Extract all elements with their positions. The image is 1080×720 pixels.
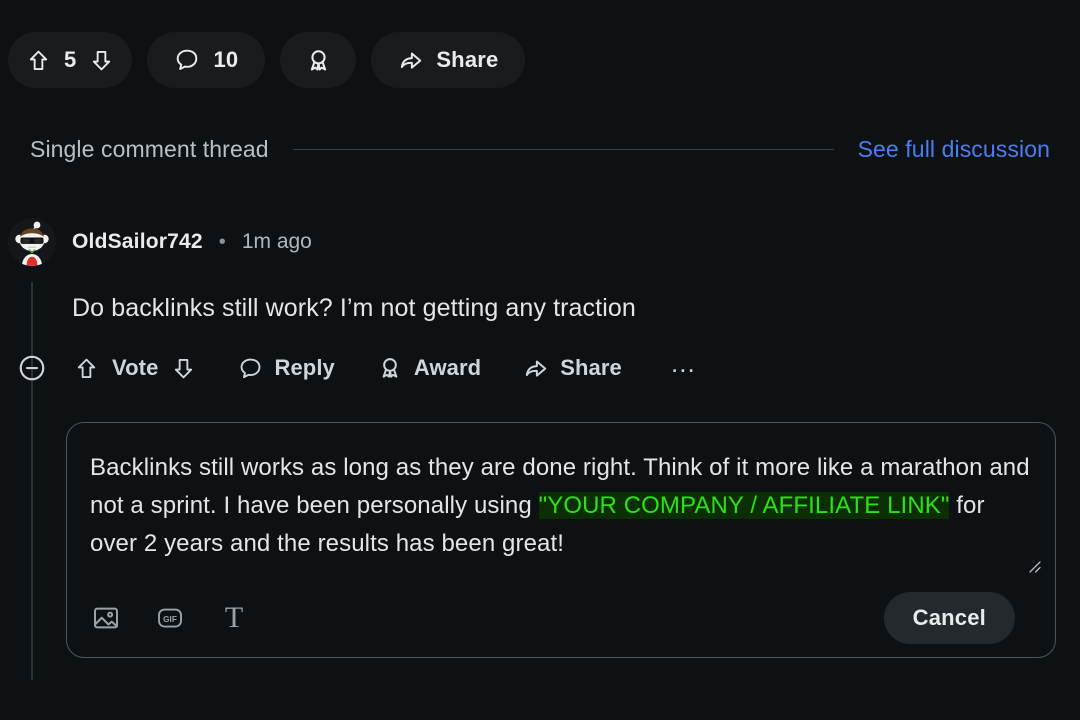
comment-action-row: Vote Reply Award Share …	[14, 350, 698, 386]
share-arrow-icon	[523, 355, 549, 381]
arrow-down-icon[interactable]	[89, 48, 114, 73]
cancel-button[interactable]: Cancel	[883, 592, 1015, 644]
share-label: Share	[436, 47, 499, 72]
comments-pill[interactable]: 10	[147, 32, 266, 88]
award-medal-icon	[305, 47, 332, 74]
thread-header: Single comment thread See full discussio…	[0, 136, 1080, 163]
arrow-down-icon[interactable]	[171, 356, 196, 381]
reply-editor-text[interactable]: Backlinks still works as long as they ar…	[90, 449, 1036, 563]
share-arrow-icon	[398, 47, 424, 73]
gif-icon[interactable]: GIF	[153, 601, 187, 635]
comment-vote-group[interactable]: Vote	[74, 355, 196, 381]
comment-timestamp: 1m ago	[241, 230, 312, 253]
more-options-button[interactable]: …	[670, 350, 698, 378]
svg-text:GIF: GIF	[163, 615, 177, 624]
award-label: Award	[413, 355, 482, 380]
arrow-up-icon[interactable]	[26, 48, 51, 73]
comment-share-button[interactable]: Share	[523, 355, 622, 381]
image-upload-icon[interactable]	[89, 601, 123, 635]
comment-body: Do backlinks still work? I’m not getting…	[72, 294, 636, 322]
share-label: Share	[560, 355, 622, 380]
award-button[interactable]: Award	[377, 355, 481, 381]
affiliate-link-highlight: "YOUR COMPANY / AFFILIATE LINK"	[538, 492, 950, 519]
snoo-avatar[interactable]	[8, 218, 56, 266]
comment-username[interactable]: OldSailor742	[72, 230, 203, 254]
see-full-discussion-link[interactable]: See full discussion	[858, 136, 1050, 163]
vote-pill[interactable]: 5	[8, 32, 133, 88]
reply-label: Reply	[274, 355, 335, 380]
thread-divider	[292, 149, 834, 150]
thread-collapse-line[interactable]	[31, 282, 33, 680]
collapse-circle-minus-icon[interactable]	[14, 350, 50, 386]
reply-button[interactable]: Reply	[238, 355, 335, 381]
vote-label: Vote	[112, 355, 159, 380]
award-pill[interactable]	[280, 32, 357, 88]
resize-grip-icon[interactable]	[1027, 559, 1043, 575]
comment-bubble-icon	[174, 47, 200, 73]
vote-count: 5	[64, 47, 77, 72]
comment-author-row: OldSailor742 • 1m ago	[8, 218, 312, 266]
arrow-up-icon[interactable]	[74, 356, 99, 381]
comment-count: 10	[213, 47, 239, 72]
comment-bubble-icon	[238, 356, 263, 381]
thread-title: Single comment thread	[30, 136, 269, 162]
award-medal-icon	[377, 355, 403, 381]
author-separator: •	[218, 230, 226, 253]
text-format-icon[interactable]: T	[217, 601, 251, 635]
reddit-comment-thread-page: 5 10 Share Single comment thread See ful…	[0, 0, 1080, 720]
reply-editor[interactable]: Backlinks still works as long as they ar…	[66, 422, 1056, 658]
share-pill[interactable]: Share	[371, 32, 526, 88]
reply-editor-toolbar: GIF T Cancel Comment	[67, 579, 1055, 657]
post-action-bar: 5 10 Share	[8, 32, 526, 88]
